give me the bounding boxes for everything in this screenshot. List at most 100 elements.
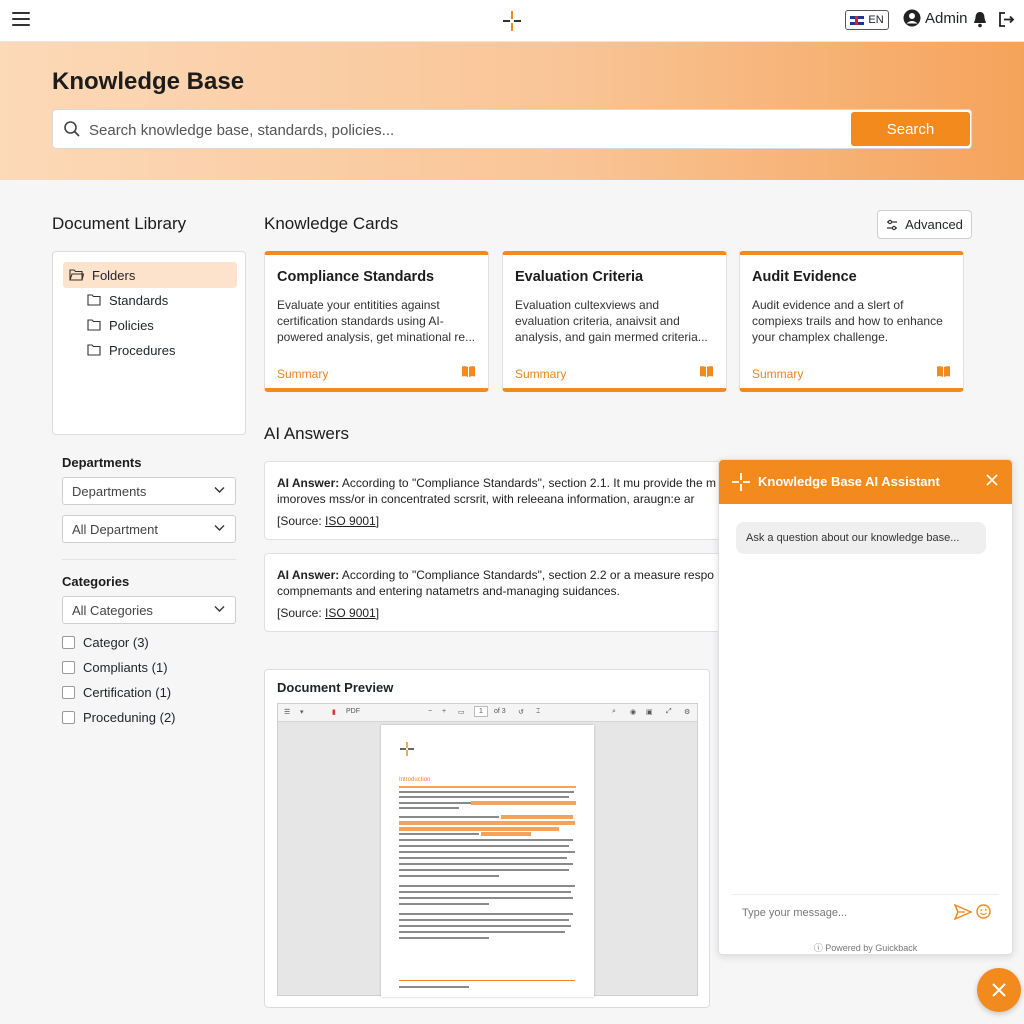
knowledge-card-compliance[interactable]: Compliance Standards Evaluate your entit… [264, 251, 489, 392]
download-icon[interactable]: ▣ [646, 708, 653, 716]
summary-link[interactable]: Summary [277, 367, 328, 381]
ai-answer-card: AI Answer: According to "Compliance Stan… [264, 553, 734, 632]
page-number-input[interactable]: 1 [474, 706, 488, 717]
folder-label: Policies [109, 317, 154, 333]
checkbox-label: Proceduning (2) [83, 710, 176, 725]
categories-select[interactable]: All Categories [62, 596, 236, 624]
search-input[interactable] [89, 116, 839, 144]
card-description: Evaluate your entitities against certifi… [277, 298, 476, 344]
page-title: Knowledge Base [52, 68, 245, 95]
checkbox[interactable] [62, 711, 75, 724]
checkbox-label: Certification (1) [83, 685, 172, 700]
advanced-label: Advanced [905, 217, 963, 232]
pdf-icon: ▮ [332, 709, 336, 716]
checkbox[interactable] [62, 636, 75, 649]
knowledge-card-audit[interactable]: Audit Evidence Audit evidence and a sler… [739, 251, 964, 392]
categories-label: Categories [62, 574, 130, 589]
hamburger-icon[interactable] [12, 12, 30, 28]
answer-source: [Source: ISO 9001] [277, 514, 380, 528]
checkbox[interactable] [62, 686, 75, 699]
chat-toggle-button[interactable] [977, 968, 1021, 1012]
knowledge-cards-title: Knowledge Cards [264, 214, 399, 233]
fullscreen-icon[interactable]: ⤢ [666, 708, 672, 716]
departments-label: Departments [62, 455, 142, 470]
checkbox-label: Compliants (1) [83, 660, 168, 675]
select-value: All Categories [72, 602, 153, 618]
zoom-out-icon[interactable]: − [428, 708, 432, 715]
card-title: Compliance Standards [277, 269, 435, 285]
source-link[interactable]: ISO 9001 [325, 514, 376, 528]
powered-by: ⓘ Powered by Guickback [719, 941, 1012, 954]
folder-label: Folders [92, 267, 136, 283]
book-icon[interactable] [699, 365, 714, 378]
summary-link[interactable]: Summary [752, 367, 803, 381]
folder-tree: Folders Standards Policies Procedures [52, 251, 246, 435]
folder-standards[interactable]: Standards [87, 287, 168, 313]
chat-message-input[interactable] [742, 903, 942, 923]
logo-icon [503, 11, 521, 31]
checkbox-label: Categor (3) [83, 635, 149, 650]
chevron-down-icon [214, 525, 225, 531]
knowledge-card-evaluation[interactable]: Evaluation Criteria Evaluation cultexvie… [502, 251, 727, 392]
departments-select[interactable]: Departments [62, 477, 236, 505]
language-selector[interactable]: EN [845, 10, 889, 30]
close-icon[interactable] [986, 474, 998, 486]
chat-title: Knowledge Base AI Assistant [758, 474, 940, 489]
logout-icon[interactable] [998, 11, 1015, 28]
category-checkbox[interactable]: Categor (3) [62, 635, 149, 650]
close-icon [992, 983, 1006, 997]
sidebar-toggle-icon[interactable]: ☰ [284, 708, 290, 716]
category-checkbox[interactable]: Proceduning (2) [62, 710, 176, 725]
logo-icon [400, 742, 414, 756]
logo-icon [732, 473, 750, 491]
emoji-icon[interactable] [976, 904, 991, 919]
user-menu[interactable]: Admin [903, 9, 968, 27]
folder-policies[interactable]: Policies [87, 312, 154, 338]
ai-answer-card: AI Answer: According to "Compliance Stan… [264, 461, 734, 540]
folder-root[interactable]: Folders [63, 262, 237, 288]
bell-icon[interactable] [972, 11, 988, 28]
pdf-page: Introduction [381, 725, 594, 997]
select-value: All Department [72, 521, 158, 537]
send-icon[interactable] [954, 904, 972, 920]
book-icon[interactable] [461, 365, 476, 378]
card-description: Audit evidence and a slert of compiexs t… [752, 298, 943, 344]
search-icon[interactable]: ⌕ [612, 708, 616, 716]
zoom-in-icon[interactable]: + [442, 708, 446, 715]
file-type-label: PDF [346, 708, 360, 715]
rotate-icon[interactable]: ↺ [518, 708, 524, 716]
answer-text: compnemants and entering natametrs and-m… [277, 584, 620, 598]
folder-icon [87, 344, 101, 356]
book-icon[interactable] [936, 365, 951, 378]
document-library-title: Document Library [52, 214, 187, 233]
summary-link[interactable]: Summary [515, 367, 566, 381]
page-total: of 3 [494, 708, 506, 715]
checkbox[interactable] [62, 661, 75, 674]
folder-procedures[interactable]: Procedures [87, 337, 175, 363]
hero-banner: Knowledge Base Search [0, 42, 1024, 180]
folder-icon [87, 294, 101, 306]
search-button[interactable]: Search [851, 112, 970, 146]
filter-settings-icon [887, 219, 898, 230]
fit-page-icon[interactable]: ▭ [458, 708, 465, 716]
chat-input-bar [732, 894, 999, 930]
text-select-icon[interactable]: ⌶ [536, 708, 540, 716]
user-name: Admin [925, 9, 968, 27]
pdf-viewer[interactable]: ☰ ▾ ▮ PDF − + ▭ 1 of 3 ↺ ⌶ ⌕ ◉ ▣ ⤢ ⚙ Int… [277, 703, 698, 997]
answer-text: AI Answer: According to "Compliance Stan… [277, 568, 714, 582]
chevron-down-icon [214, 606, 225, 612]
search-bar: Search [52, 109, 972, 149]
top-bar: EN Admin [0, 0, 1024, 42]
advanced-button[interactable]: Advanced [877, 210, 972, 239]
print-icon[interactable]: ◉ [630, 708, 636, 716]
category-checkbox[interactable]: Certification (1) [62, 685, 171, 700]
source-link[interactable]: ISO 9001 [325, 606, 376, 620]
all-department-select[interactable]: All Department [62, 515, 236, 543]
ai-answers-title: AI Answers [264, 424, 350, 443]
bookmark-icon[interactable]: ▾ [300, 708, 304, 716]
preview-title: Document Preview [277, 680, 394, 695]
chat-header: Knowledge Base AI Assistant [719, 460, 1012, 504]
uk-flag-icon [850, 15, 865, 25]
category-checkbox[interactable]: Compliants (1) [62, 660, 168, 675]
gear-icon[interactable]: ⚙ [684, 708, 690, 716]
